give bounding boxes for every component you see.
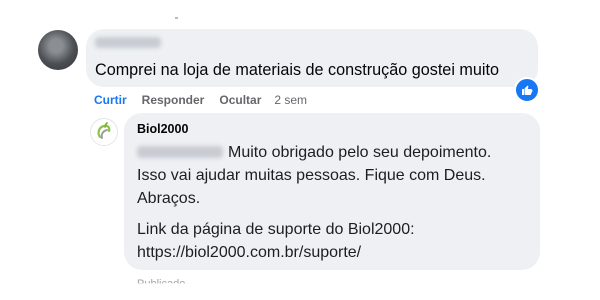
reply-line-4: Link da página de suporte do Biol2000: [137,221,415,238]
blurred-commenter-name[interactable] [95,37,161,48]
reply-action[interactable]: Responder [142,93,205,107]
comment-text: Comprei na loja de materiais de construç… [95,61,499,79]
biol2000-logo-icon [93,121,115,143]
support-link[interactable]: https://biol2000.com.br/suporte/ [137,242,361,264]
like-action[interactable]: Curtir [94,93,127,107]
reply-avatar[interactable] [90,118,118,146]
cutoff-footer-text: Publicado [137,278,186,290]
reply-author[interactable]: Biol2000 [137,122,188,136]
hide-action[interactable]: Ocultar [219,93,261,107]
reply-line-1: Muito obrigado pelo seu depoimento. [228,144,492,161]
like-reaction-badge[interactable] [514,77,540,103]
reply-line-3: Abraços. [137,190,201,207]
reply-line-2: Isso vai ajudar muitas pessoas. Fique co… [137,167,486,184]
comment-actions: Curtir Responder Ocultar 2 sem [94,92,307,108]
blurred-mentioned-name[interactable] [137,146,223,158]
commenter-avatar[interactable] [38,30,78,70]
top-mark [175,17,178,19]
comment-time[interactable]: 2 sem [274,93,307,107]
like-thumb-icon [522,85,533,95]
